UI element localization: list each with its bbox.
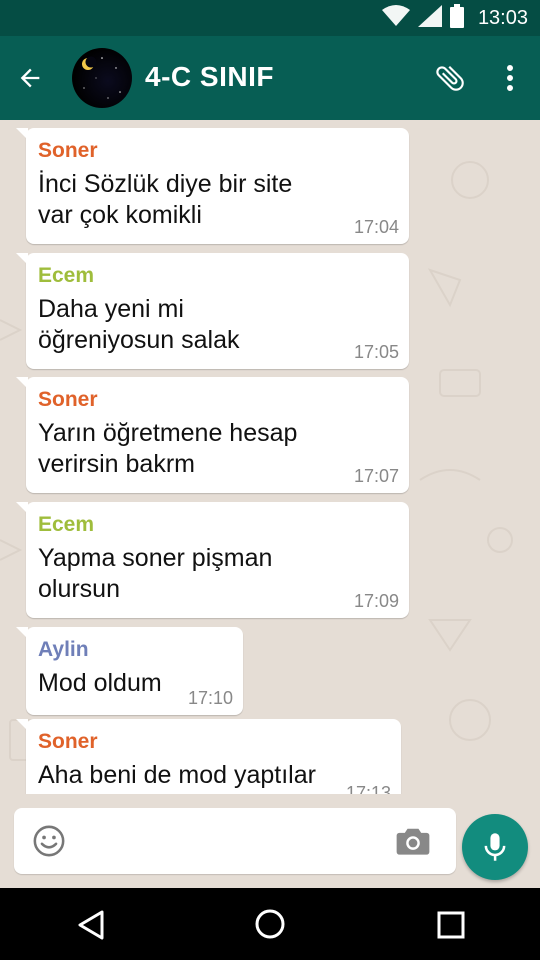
message-input[interactable] [80, 820, 384, 864]
message-bubble[interactable]: Aylin Mod oldum 17:10 [16, 627, 243, 715]
chat-title[interactable]: 4-C SINIF [145, 61, 274, 93]
message-sender: Soner [38, 388, 98, 411]
chat-header: 4-C SINIF [0, 36, 540, 120]
message-bubble[interactable]: Ecem Yapma soner pişman olursun 17:09 [16, 502, 409, 618]
battery-icon [449, 3, 464, 33]
signal-icon [417, 4, 442, 32]
system-nav-bar [0, 888, 540, 960]
attach-button[interactable] [430, 58, 470, 98]
whatsapp-chat-screen: 13:03 4-C SINIF Soner İnci Sözlük diye b… [0, 0, 540, 960]
message-text: Yapma soner pişman olursun [38, 544, 273, 603]
message-time: 17:04 [353, 217, 399, 237]
message-list[interactable]: Soner İnci Sözlük diye bir site var çok … [0, 120, 540, 794]
composer-bar [0, 794, 540, 888]
more-options-button[interactable] [490, 58, 530, 98]
paperclip-icon [436, 65, 464, 91]
message-sender: Soner [38, 730, 98, 753]
group-avatar[interactable] [72, 48, 132, 108]
record-voice-button[interactable] [462, 814, 528, 880]
arrow-left-icon [20, 68, 40, 88]
message-bubble[interactable]: Soner Aha beni de mod yaptılar 17:13 [16, 719, 401, 794]
message-sender: Aylin [38, 638, 89, 661]
message-time: 17:10 [187, 688, 233, 708]
status-time: 13:03 [477, 6, 528, 29]
message-bubble[interactable]: Ecem Daha yeni mi öğreniyosun salak 17:0… [16, 253, 409, 369]
message-sender: Soner [38, 139, 98, 162]
moon-icon [82, 56, 121, 99]
nav-back-icon[interactable] [74, 908, 108, 942]
nav-home-icon[interactable] [253, 907, 287, 941]
message-time: 17:13 [345, 783, 391, 794]
status-bar: 13:03 [0, 0, 540, 36]
message-bubble[interactable]: Soner İnci Sözlük diye bir site var çok … [16, 128, 409, 244]
more-vert-icon [507, 65, 513, 91]
message-sender: Ecem [38, 264, 95, 287]
message-sender: Ecem [38, 513, 95, 536]
status-icons: 13:03 [381, 3, 528, 33]
camera-icon[interactable] [396, 826, 430, 856]
message-text: İnci Sözlük diye bir site var çok komikl… [38, 170, 293, 229]
composer-box [14, 808, 456, 874]
message-time: 17:07 [353, 466, 399, 486]
wifi-icon [381, 4, 410, 32]
back-button[interactable] [10, 58, 50, 98]
message-text: Aha beni de mod yaptılar [38, 761, 316, 789]
message-bubble[interactable]: Soner Yarın öğretmene hesap verirsin bak… [16, 377, 409, 493]
message-text: Daha yeni mi öğreniyosun salak [38, 295, 240, 354]
microphone-icon [484, 833, 506, 861]
message-time: 17:09 [353, 591, 399, 611]
message-text: Mod oldum [38, 669, 162, 697]
message-time: 17:05 [353, 342, 399, 362]
message-text: Yarın öğretmene hesap verirsin bakrm [38, 419, 298, 478]
nav-recents-icon[interactable] [434, 908, 468, 942]
smiley-icon[interactable] [32, 824, 66, 858]
